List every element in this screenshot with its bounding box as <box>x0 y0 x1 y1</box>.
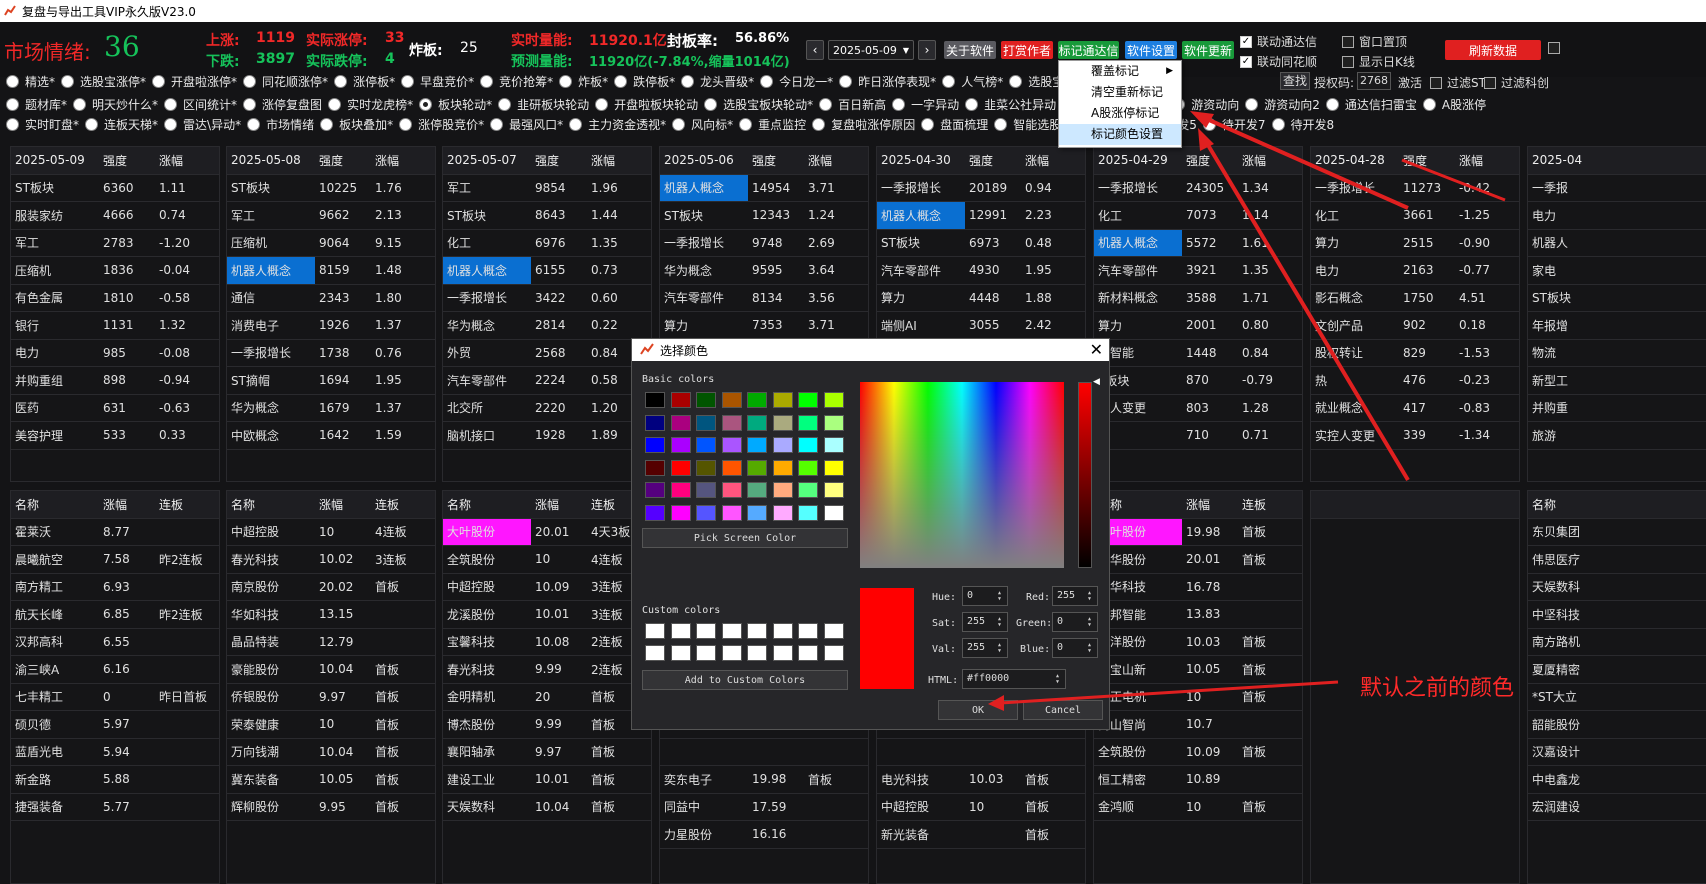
arrow-to-menu <box>1199 114 1409 210</box>
annotation-arrows <box>988 111 1506 711</box>
annotation-text: 默认之前的颜色 <box>1360 676 1515 701</box>
arrow-to-preview <box>999 680 1339 705</box>
arrow-to-date <box>1401 158 1506 202</box>
arrow-to-color-settings <box>1203 138 1410 482</box>
